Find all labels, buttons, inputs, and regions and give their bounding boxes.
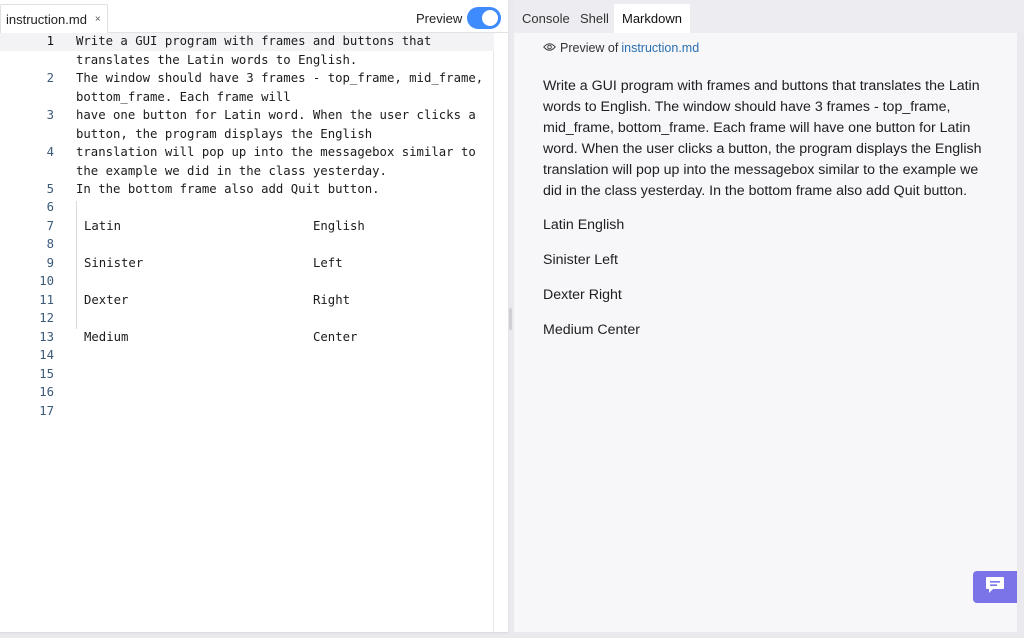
tab-markdown[interactable]: Markdown [614, 4, 690, 33]
code-line: have one button for Latin word. When the… [76, 108, 476, 122]
code-line: The window should have 3 frames - top_fr… [76, 71, 484, 85]
line-number: 9 [46, 256, 54, 270]
pane-resize-handle[interactable] [509, 308, 512, 330]
table-cell-latin: Medium [84, 330, 129, 344]
preview-file-link[interactable]: instruction.md [621, 41, 699, 55]
line-number: 8 [46, 237, 54, 251]
line-number: 10 [39, 274, 54, 288]
preview-row: Medium Center [543, 322, 640, 338]
code-line: button, the program displays the English [76, 127, 373, 141]
code-line: bottom_frame. Each frame will [76, 90, 291, 104]
preview-row: Sinister Left [543, 252, 618, 268]
table-cell-latin: Sinister [84, 256, 144, 270]
table-cell-english: Right [313, 293, 351, 307]
tab-shell[interactable]: Shell [572, 4, 617, 33]
preview-of-label: Preview of [560, 41, 619, 55]
preview-toggle-label: Preview [416, 11, 463, 26]
file-tab-instruction[interactable]: instruction.md × [0, 4, 108, 33]
tab-label: Shell [580, 11, 609, 26]
table-cell-english: Left [313, 256, 343, 270]
toggle-knob [482, 10, 498, 26]
table-cell-english: English [313, 219, 365, 233]
line-number: 7 [46, 219, 54, 233]
line-number: 17 [39, 404, 54, 418]
line-number: 14 [39, 348, 54, 362]
table-cell-latin: Dexter [84, 293, 129, 307]
eye-icon [543, 41, 556, 55]
code-line: translates the Latin words to English. [76, 53, 358, 67]
line-number: 5 [46, 182, 54, 196]
line-number: 3 [46, 108, 54, 122]
line-number: 13 [39, 330, 54, 344]
editor-header: instruction.md × Preview [0, 0, 508, 33]
line-number: 6 [46, 200, 54, 214]
editor-pane: instruction.md × Preview 1 2 3 4 5 6 7 8… [0, 0, 508, 632]
line-number: 16 [39, 385, 54, 399]
markdown-preview: Preview of instruction.md Write a GUI pr… [514, 33, 1017, 632]
tab-label: Console [522, 11, 570, 26]
close-tab-icon[interactable]: × [95, 14, 101, 25]
table-cell-english: Center [313, 330, 358, 344]
code-line: In the bottom frame also add Quit button… [76, 182, 380, 196]
file-tab-label: instruction.md [6, 11, 87, 27]
right-pane-tabs: Console Shell Markdown [514, 0, 1024, 33]
line-number: 15 [39, 367, 54, 381]
preview-of-header: Preview of instruction.md [543, 41, 699, 55]
line-number: 12 [39, 311, 54, 325]
preview-paragraph: Write a GUI program with frames and butt… [543, 78, 982, 199]
tab-label: Markdown [622, 11, 682, 26]
line-number: 1 [46, 34, 54, 48]
code-line: Write a GUI program with frames and butt… [76, 34, 432, 48]
line-number: 2 [46, 71, 54, 85]
code-editor[interactable]: 1 2 3 4 5 6 7 8 9 10 11 12 13 14 15 16 1… [0, 33, 494, 632]
preview-row: Dexter Right [543, 287, 622, 303]
tab-console[interactable]: Console [514, 4, 578, 33]
line-number: 4 [46, 145, 54, 159]
table-cell-latin: Latin [84, 219, 122, 233]
table-indent-guide [76, 201, 77, 329]
preview-row: Latin English [543, 217, 625, 233]
code-line: the example we did in the class yesterda… [76, 164, 387, 178]
chat-button[interactable] [973, 571, 1017, 603]
preview-toggle[interactable] [467, 7, 501, 29]
chat-icon [985, 576, 1005, 599]
code-line: translation will pop up into the message… [76, 145, 476, 159]
line-number: 11 [39, 293, 54, 307]
